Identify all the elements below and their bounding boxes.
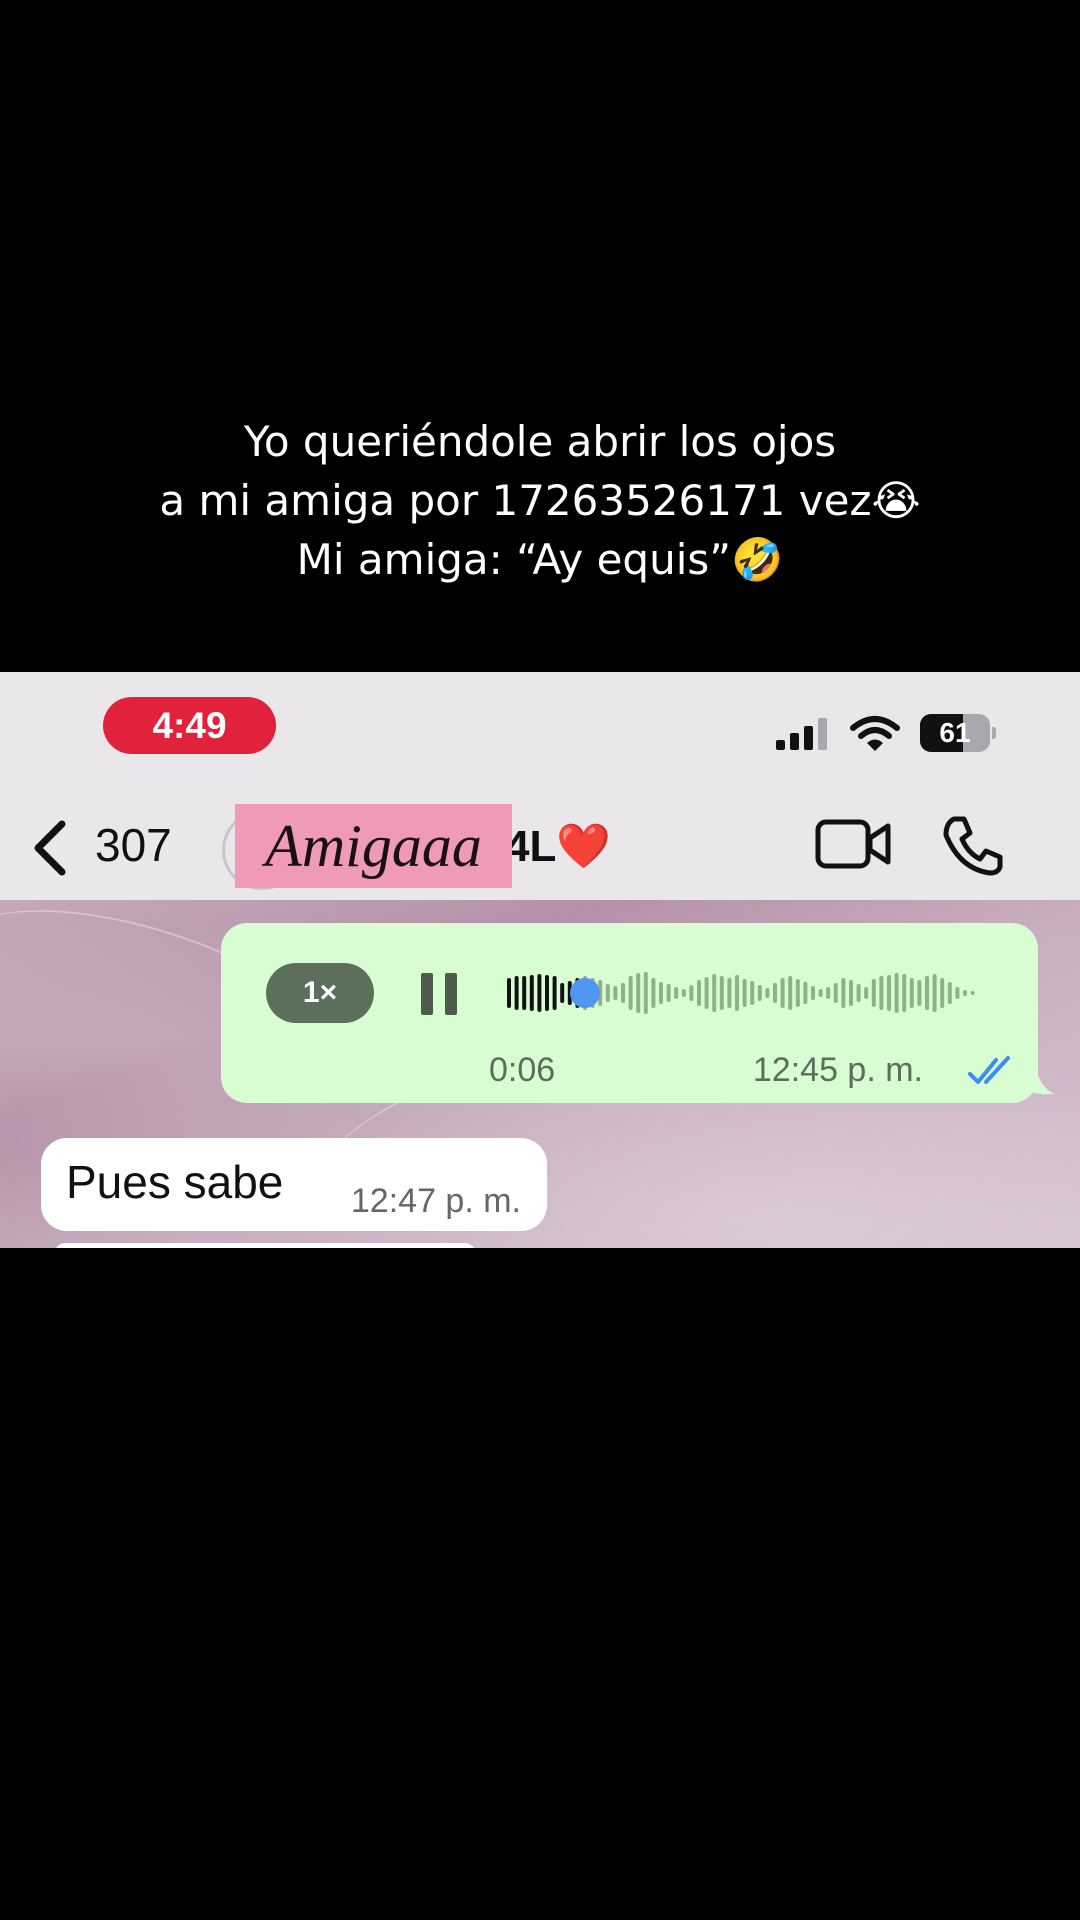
waveform-bar [674, 987, 679, 999]
waveform-bar [833, 983, 838, 1003]
chat-messages: 1× 0:06 12:45 p. m. Pues sabe 12:47 p. m… [0, 869, 1080, 1248]
caption-line-3: Mi amiga: “Ay equis”🤣 [296, 535, 784, 584]
waveform-bar [856, 984, 861, 1002]
waveform-bar [947, 982, 952, 1004]
waveform-bar [689, 985, 694, 1001]
waveform-bar [811, 986, 815, 1000]
waveform-bar [605, 984, 610, 1002]
waveform-bar [849, 980, 853, 1006]
status-bar: 4:49 61 [0, 672, 1080, 790]
playhead-handle[interactable] [570, 978, 600, 1008]
chevron-left-icon[interactable] [30, 820, 70, 876]
chat-header: 307 4L❤️ Amigaaa [0, 790, 1080, 900]
contact-name[interactable]: 4L❤️ [505, 820, 611, 872]
next-message-bubble [55, 1243, 475, 1248]
waveform-bar [826, 987, 831, 999]
voice-duration: 0:06 [489, 1051, 556, 1089]
playback-speed-button[interactable]: 1× [266, 963, 374, 1023]
waveform-bar [613, 986, 618, 1000]
waveform-bar [803, 982, 808, 1004]
message-timestamp: 12:45 p. m. [752, 1051, 923, 1089]
waveform-bar [681, 989, 686, 997]
waveform-bar [788, 976, 793, 1010]
waveform-bar [712, 974, 717, 1012]
waveform-bar [552, 976, 557, 1010]
text-message-bubble[interactable]: Pues sabe 12:47 p. m. [41, 1138, 547, 1231]
overlay-caption: Yo queriéndole abrir los ojos a mi amiga… [0, 412, 1080, 589]
message-text: Pues sabe [66, 1156, 284, 1208]
waveform-bar [871, 979, 876, 1007]
message-timestamp: 12:47 p. m. [350, 1182, 521, 1220]
waveform-bar [666, 984, 671, 1002]
audio-waveform[interactable] [507, 963, 997, 1023]
waveform-bar [773, 983, 777, 1003]
chat-screenshot: 4:49 61 307 4L❤️ Amigaaa 1× 0:06 12:45 p… [0, 672, 1080, 1248]
waveform-bar [522, 976, 527, 1010]
caption-line-1: Yo queriéndole abrir los ojos [243, 417, 837, 466]
waveform-bar [514, 976, 519, 1010]
waveform-bar [628, 976, 633, 1010]
waveform-bar [909, 978, 914, 1008]
waveform-bar [636, 973, 641, 1013]
caption-line-2: a mi amiga por 17263526171 vez😭 [159, 476, 921, 525]
waveform-bar [795, 979, 800, 1007]
waveform-bar [727, 978, 732, 1008]
waveform-bar [780, 978, 785, 1008]
battery-level: 61 [939, 717, 971, 748]
waveform-bar [917, 980, 922, 1006]
phone-icon[interactable] [940, 815, 1004, 877]
voice-message-bubble[interactable]: 1× 0:06 12:45 p. m. [221, 923, 1038, 1103]
unread-count[interactable]: 307 [95, 818, 172, 872]
waveform-bar [864, 987, 869, 999]
video-camera-icon[interactable] [814, 816, 894, 872]
waveform-bar [560, 983, 565, 1003]
cellular-signal-icon [776, 718, 827, 750]
battery-nub [992, 727, 996, 739]
waveform-bar [529, 975, 534, 1011]
waveform-bar [697, 980, 701, 1006]
double-check-icon [968, 1056, 1010, 1084]
waveform-bar [818, 989, 823, 997]
waveform-bar [704, 977, 709, 1009]
waveform-bar [963, 990, 967, 996]
waveform-bar [932, 974, 937, 1012]
waveform-bar [643, 972, 648, 1014]
waveform-bar [719, 976, 724, 1010]
wifi-icon [850, 716, 900, 751]
waveform-bar [735, 975, 739, 1011]
waveform-bar [757, 985, 762, 1001]
status-time[interactable]: 4:49 [103, 697, 276, 754]
contact-name-sticker: Amigaaa [235, 804, 512, 888]
waveform-bar [765, 988, 770, 998]
battery-indicator: 61 [920, 714, 996, 752]
bubble-tail [1020, 1060, 1054, 1095]
waveform-bar [742, 979, 747, 1007]
waveform-bar [940, 978, 945, 1008]
waveform-bar [894, 973, 899, 1013]
waveform-bar [841, 978, 846, 1008]
waveform-bar [651, 978, 656, 1008]
waveform-bar [925, 976, 929, 1010]
waveform-bar [507, 978, 511, 1008]
pause-icon[interactable] [419, 973, 459, 1015]
waveform-bar [887, 975, 891, 1011]
waveform-bar [750, 981, 755, 1005]
waveform-bar [537, 974, 542, 1012]
waveform-bar [970, 991, 975, 995]
waveform-bar [955, 987, 960, 999]
waveform-bar [621, 983, 625, 1003]
waveform-bar [879, 976, 884, 1010]
waveform-bar [659, 982, 663, 1004]
waveform-bar [545, 975, 549, 1011]
waveform-bar [902, 974, 907, 1012]
